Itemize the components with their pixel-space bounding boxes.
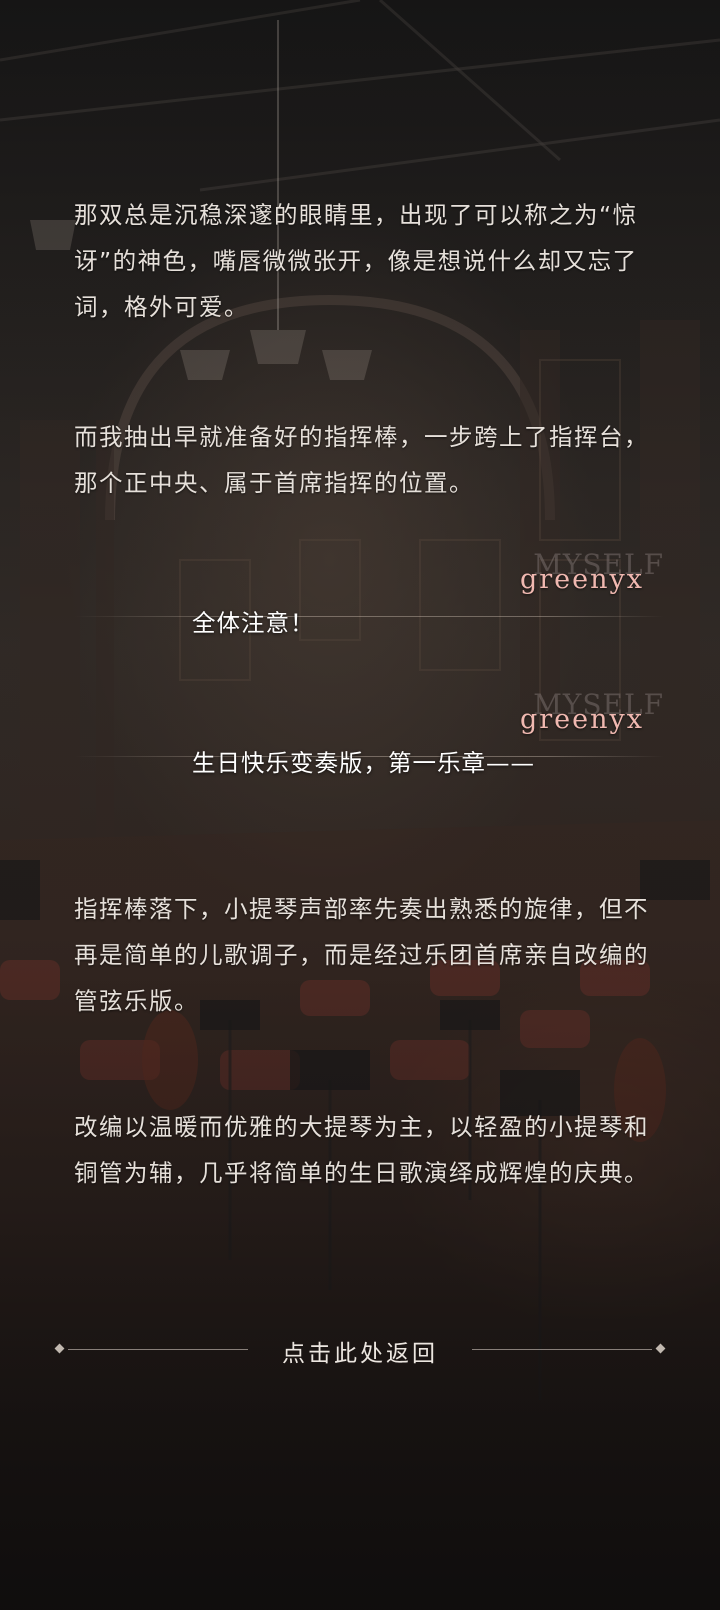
divider-line <box>472 1349 652 1350</box>
story-paragraph: 那双总是沉稳深邃的眼睛里，出现了可以称之为“惊讶”的神色，嘴唇微微张开，像是想说… <box>74 201 638 321</box>
speaker-name: greenyx <box>519 564 644 595</box>
return-label: 点击此处返回 <box>282 1341 438 1367</box>
story-paragraph: 而我抽出早就准备好的指挥棒，一步跨上了指挥台，那个正中央、属于首席指挥的位置。 <box>74 423 649 497</box>
dialog-divider <box>74 616 664 617</box>
dialog-block: MYSELF greenyx 生日快乐变奏版，第一乐章—— <box>74 688 664 798</box>
story-paragraph: 改编以温暖而优雅的大提琴为主，以轻盈的小提琴和铜管为辅，几乎将简单的生日歌演绎成… <box>74 1113 649 1187</box>
speaker-name: greenyx <box>519 704 644 735</box>
story-paragraph: 指挥棒落下，小提琴声部率先奏出熟悉的旋律，但不再是简单的儿歌调子，而是经过乐团首… <box>74 895 649 1015</box>
return-button[interactable]: 点击此处返回 <box>54 1328 666 1372</box>
story-reader: 那双总是沉稳深邃的眼睛里，出现了可以称之为“惊讶”的神色，嘴唇微微张开，像是想说… <box>0 0 720 1610</box>
dialog-text: 生日快乐变奏版，第一乐章—— <box>192 749 535 777</box>
dialog-text: 全体注意！ <box>192 609 315 637</box>
dialog-block: MYSELF greenyx 全体注意！ <box>74 548 664 658</box>
